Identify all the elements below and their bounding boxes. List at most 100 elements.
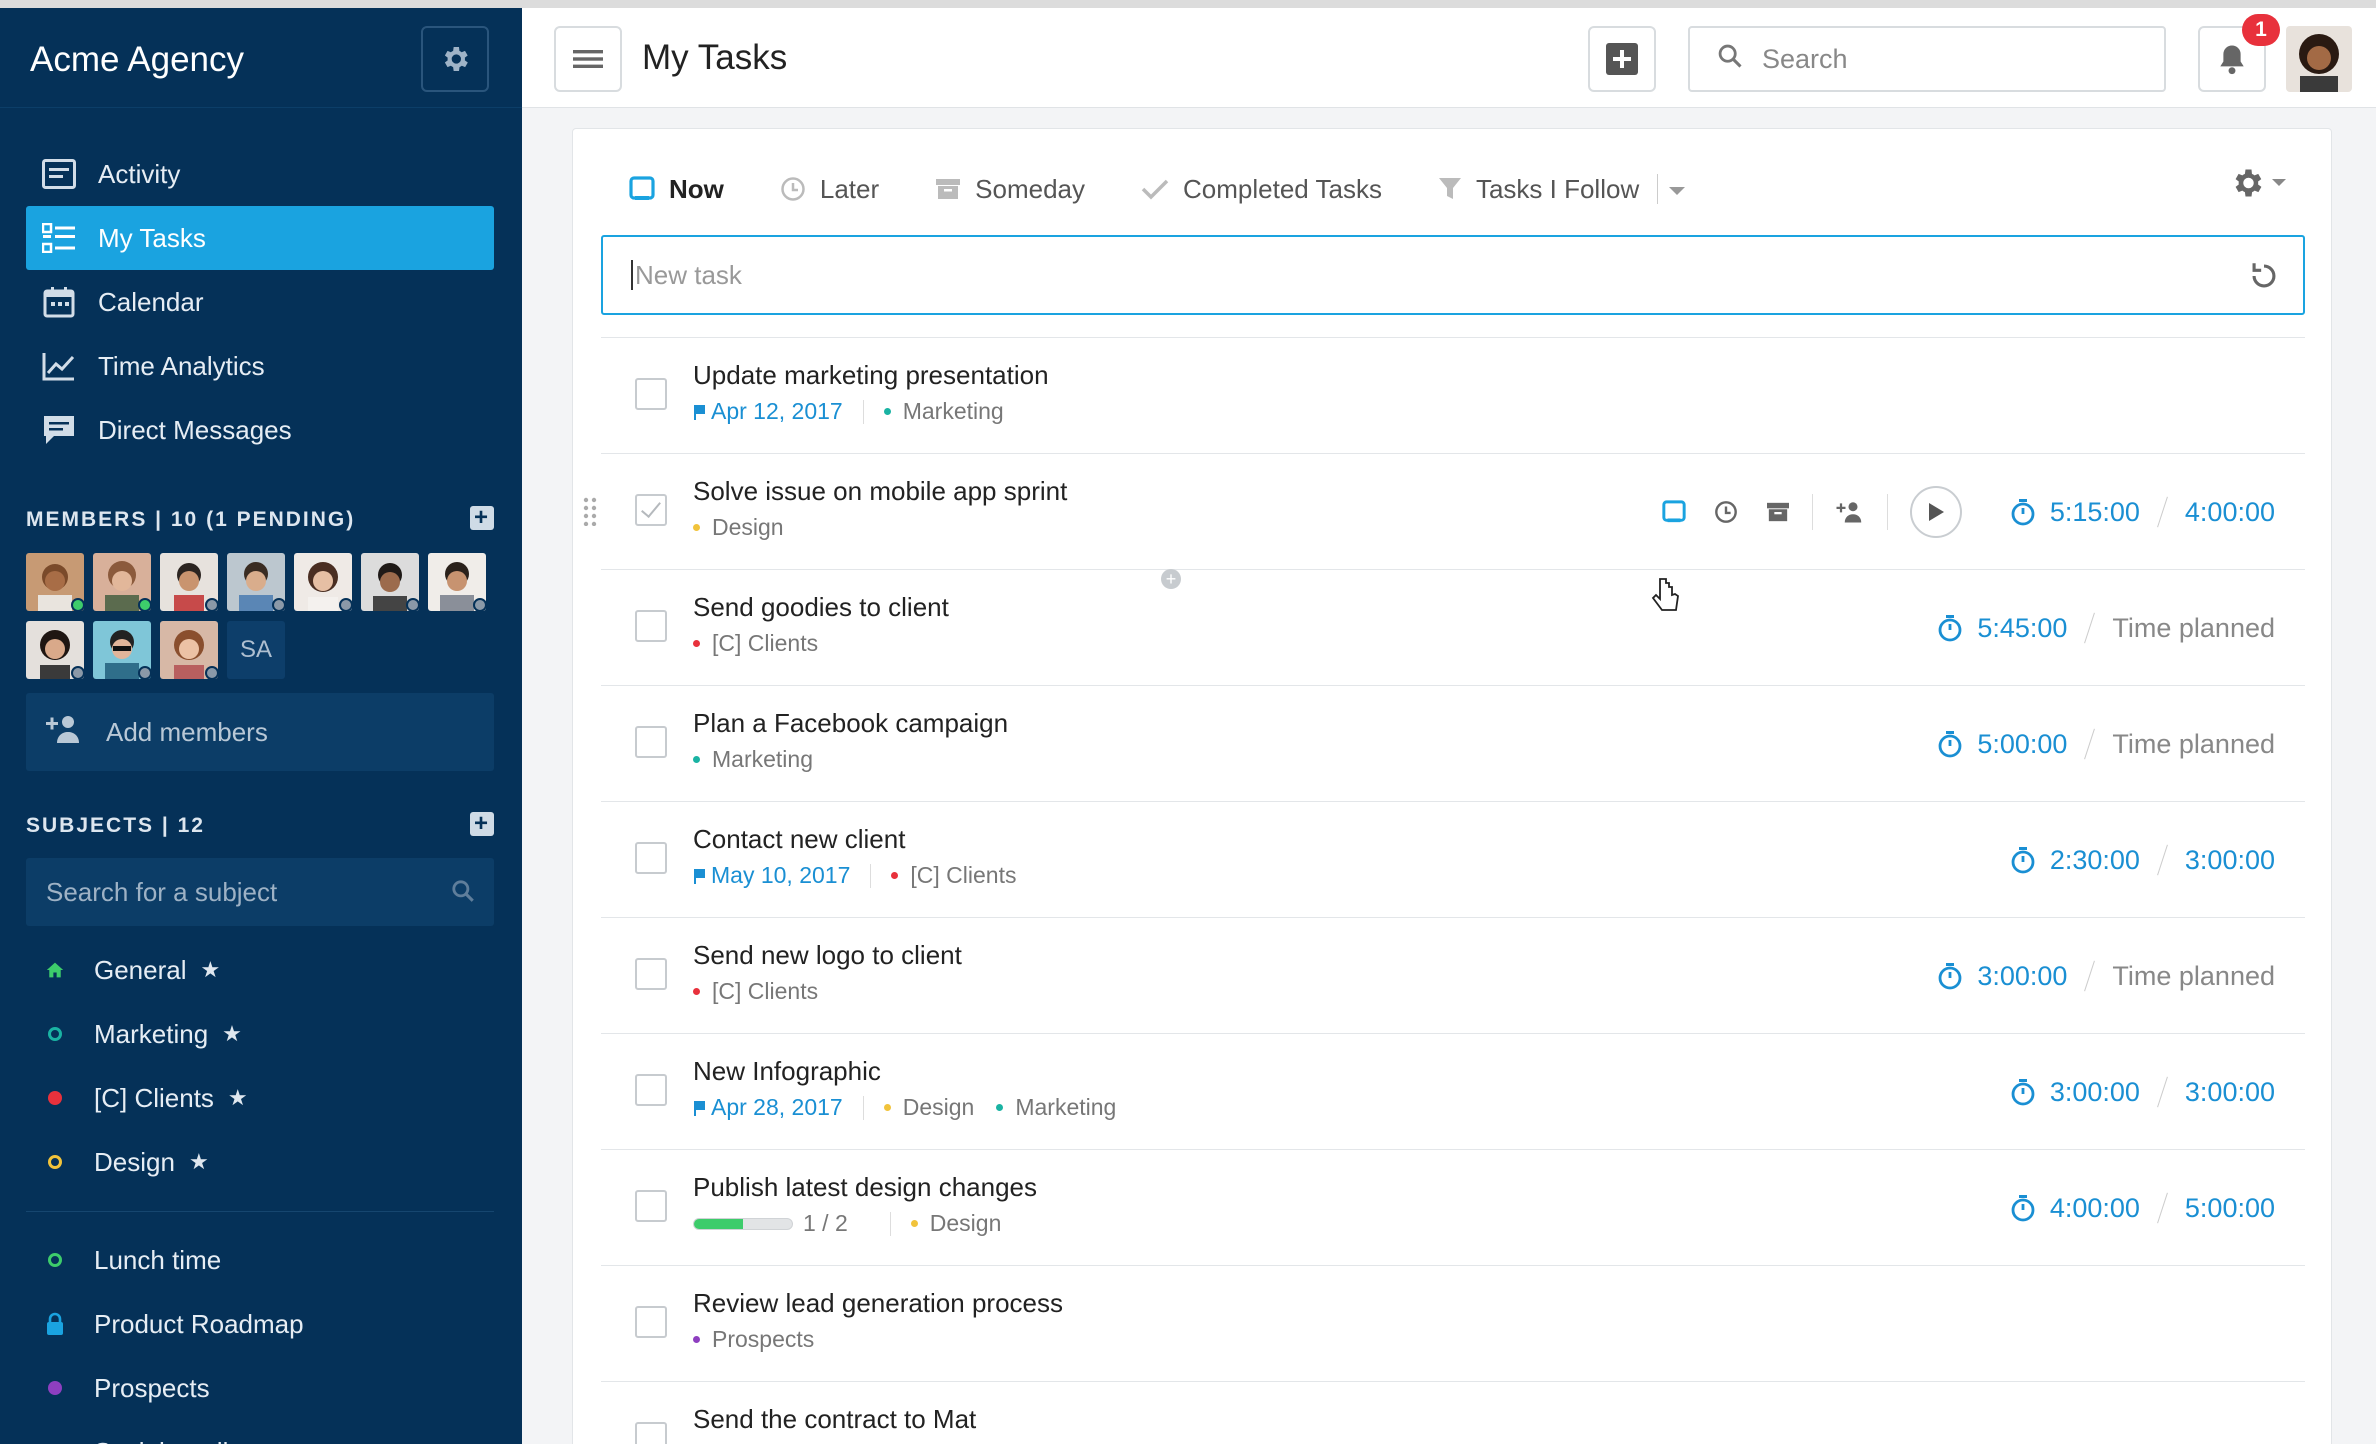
time-tracked[interactable]: 3:00:00 [2010,1077,2140,1108]
sidebar-item-my-tasks[interactable]: My Tasks [26,206,494,270]
task-title[interactable]: Review lead generation process [693,1288,1063,1319]
subject-tag[interactable]: Design [693,514,784,541]
member-avatar[interactable] [361,553,419,611]
quick-add-button[interactable] [1588,26,1656,92]
assign-user-button[interactable] [1835,500,1865,524]
menu-toggle-button[interactable] [554,26,622,92]
task-checkbox[interactable] [635,1306,667,1338]
time-planned[interactable]: 4:00:00 [2185,497,2275,528]
time-planned[interactable]: 3:00:00 [2185,845,2275,876]
subject-item-social-media[interactable]: Social media [26,1420,494,1444]
insert-task-button[interactable]: + [1161,569,1181,589]
member-avatar[interactable] [26,553,84,611]
task-title[interactable]: Update marketing presentation [693,360,1049,391]
time-tracked[interactable]: 5:00:00 [1937,729,2067,760]
move-to-later-button[interactable] [1714,500,1738,524]
task-title[interactable]: New Infographic [693,1056,881,1087]
task-title[interactable]: Send goodies to client [693,592,949,623]
tab-someday[interactable]: Someday [935,174,1085,205]
subject-item-product-roadmap[interactable]: Product Roadmap [26,1292,494,1356]
task-checkbox[interactable] [635,726,667,758]
organization-name[interactable]: Acme Agency [30,40,244,80]
favorite-star-icon[interactable]: ★ [228,1085,248,1111]
task-checkbox[interactable] [635,1422,667,1444]
move-to-now-button[interactable] [1662,500,1686,524]
task-row[interactable]: Review lead generation process Prospects [601,1266,2305,1382]
subject-search-input[interactable]: Search for a subject [26,858,494,926]
task-row[interactable]: Publish latest design changes 1 / 2 Design… [601,1150,2305,1266]
task-title[interactable]: Publish latest design changes [693,1172,1037,1203]
move-to-someday-button[interactable] [1766,501,1790,523]
org-settings-button[interactable] [421,26,489,92]
global-search-input[interactable]: Search [1688,26,2166,92]
list-settings-button[interactable] [2229,165,2287,201]
member-avatar[interactable] [160,553,218,611]
new-task-input[interactable]: New task [601,235,2305,315]
task-row[interactable]: Solve issue on mobile app sprint Design 5… [583,454,2305,570]
task-checkbox[interactable] [635,494,667,526]
task-checkbox[interactable] [635,610,667,642]
task-title[interactable]: Send new logo to client [693,940,962,971]
favorite-star-icon[interactable]: ★ [201,957,221,983]
subject-tag[interactable]: [C] Clients [693,630,818,657]
time-tracked[interactable]: 5:45:00 [1937,613,2067,644]
subject-tag[interactable]: [C] Clients [891,862,1016,889]
task-row[interactable]: Send goodies to client [C] Clients 5:45:0… [601,570,2305,686]
add-member-plus-button[interactable]: + [470,506,494,530]
tab-later[interactable]: Later [780,174,879,205]
task-row[interactable]: Contact new client May 10, 2017 [C] Client… [601,802,2305,918]
member-avatar[interactable] [93,621,151,679]
member-avatar[interactable] [26,621,84,679]
time-planned[interactable]: Time planned [2112,729,2275,760]
member-avatar[interactable] [227,553,285,611]
subject-item-lunch-time[interactable]: Lunch time [26,1228,494,1292]
sidebar-item-calendar[interactable]: Calendar [26,270,494,334]
subject-item-c-clients[interactable]: [C] Clients ★ [26,1066,494,1130]
sidebar-item-activity[interactable]: Activity [26,142,494,206]
task-row[interactable]: New Infographic Apr 28, 2017 Design Marketi… [601,1034,2305,1150]
subject-tag[interactable]: Prospects [693,1326,814,1353]
time-tracked[interactable]: 4:00:00 [2010,1193,2140,1224]
subject-tag[interactable]: Marketing [883,398,1004,425]
time-tracked[interactable]: 5:15:00 [2010,497,2140,528]
subject-item-marketing[interactable]: Marketing ★ [26,1002,494,1066]
time-planned[interactable]: Time planned [2112,613,2275,644]
subject-tag[interactable]: Design [910,1210,1001,1237]
subject-item-general[interactable]: General ★ [26,938,494,1002]
subject-tag[interactable]: Marketing [693,746,813,773]
task-title[interactable]: Solve issue on mobile app sprint [693,476,1067,507]
add-subject-plus-button[interactable]: + [470,812,494,836]
favorite-star-icon[interactable]: ★ [189,1149,209,1175]
user-avatar[interactable] [2286,26,2352,92]
task-checkbox[interactable] [635,1190,667,1222]
subject-item-prospects[interactable]: Prospects [26,1356,494,1420]
member-avatar[interactable] [428,553,486,611]
time-planned[interactable]: 5:00:00 [2185,1193,2275,1224]
time-planned[interactable]: Time planned [2112,961,2275,992]
subject-tag[interactable]: Design [883,1094,974,1121]
time-tracked[interactable]: 3:00:00 [1937,961,2067,992]
refresh-button[interactable] [2247,259,2281,300]
tabs-more-chevron-icon[interactable] [1668,174,1686,205]
subject-item-design[interactable]: Design ★ [26,1130,494,1194]
time-tracked[interactable]: 2:30:00 [2010,845,2140,876]
time-planned[interactable]: 3:00:00 [2185,1077,2275,1108]
task-checkbox[interactable] [635,958,667,990]
sidebar-item-direct-messages[interactable]: Direct Messages [26,398,494,462]
tab-now[interactable]: Now [629,174,724,205]
task-row[interactable]: Send the contract to Mat [601,1382,2305,1444]
task-checkbox[interactable] [635,378,667,410]
task-title[interactable]: Contact new client [693,824,905,855]
subject-tag[interactable]: Marketing [996,1094,1116,1121]
favorite-star-icon[interactable]: ★ [222,1021,242,1047]
tab-tasks-i-follow[interactable]: Tasks I Follow [1438,174,1639,205]
member-avatar[interactable] [160,621,218,679]
start-timer-button[interactable] [1909,486,1962,538]
add-members-button[interactable]: Add members [26,693,494,771]
task-title[interactable]: Plan a Facebook campaign [693,708,1008,739]
task-checkbox[interactable] [635,842,667,874]
task-row[interactable]: Plan a Facebook campaign Marketing 5:00:0… [601,686,2305,802]
task-title[interactable]: Send the contract to Mat [693,1404,976,1435]
member-avatar[interactable] [93,553,151,611]
sidebar-item-time-analytics[interactable]: Time Analytics [26,334,494,398]
